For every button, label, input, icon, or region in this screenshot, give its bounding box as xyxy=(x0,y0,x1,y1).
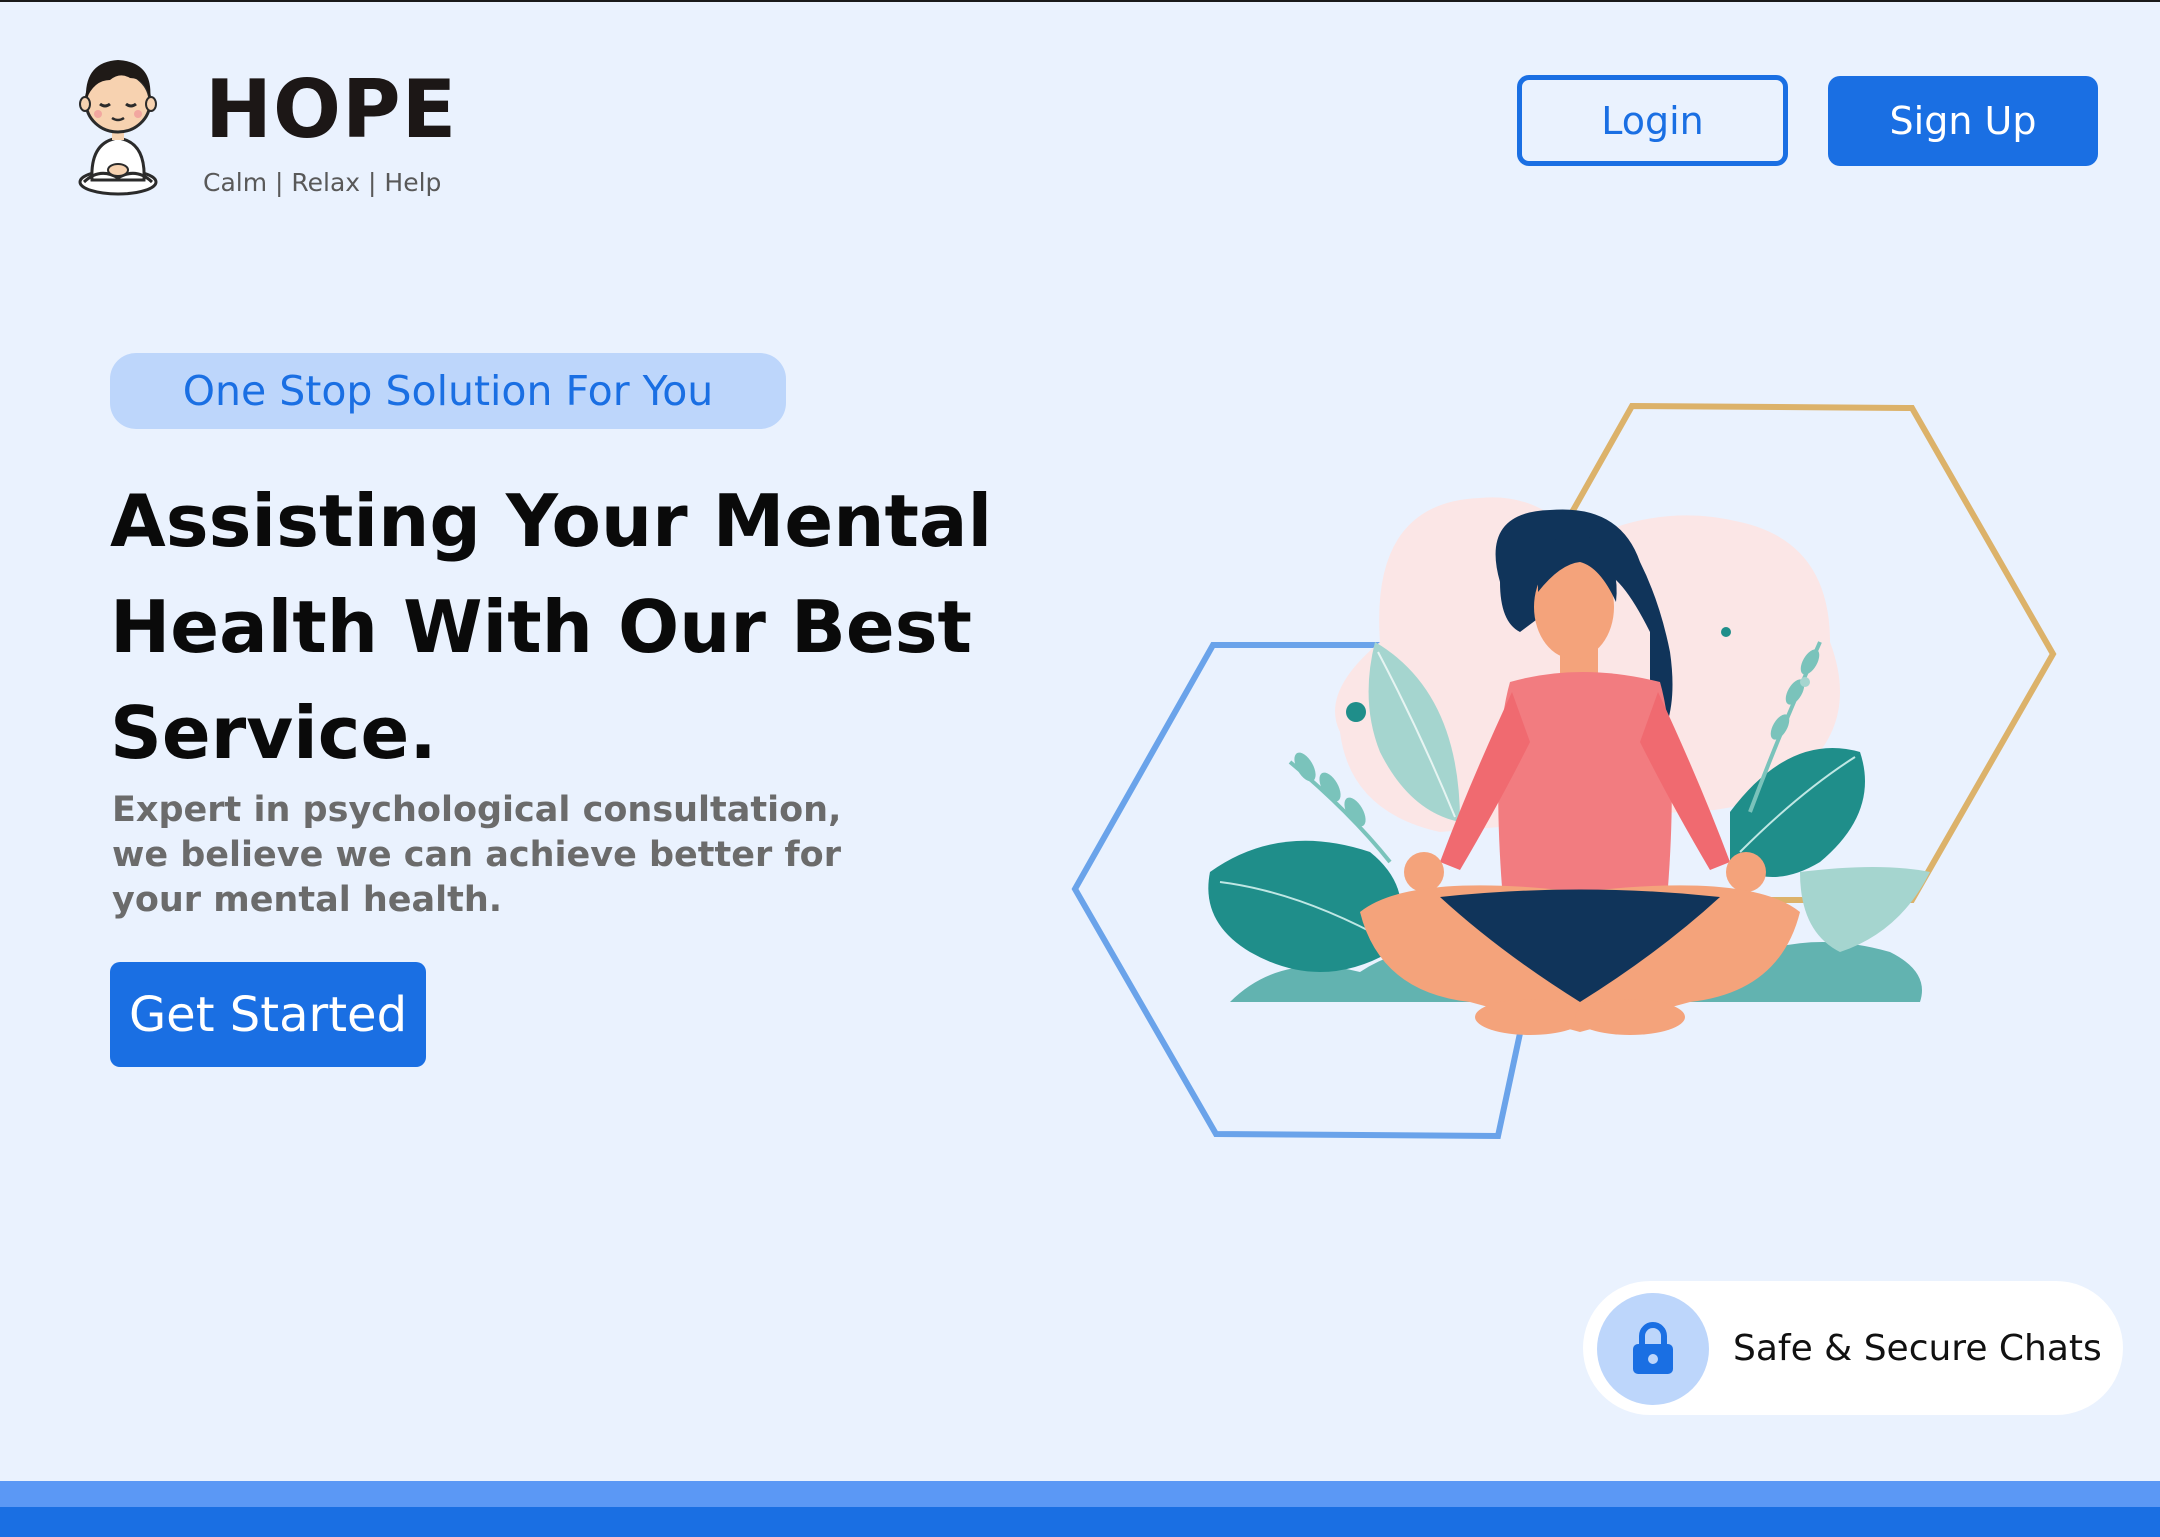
right-leaf-light xyxy=(1800,867,1930,952)
woman-torso xyxy=(1498,672,1672,912)
hero-description: Expert in psychological consultation, we… xyxy=(112,790,842,920)
meditation-illustration xyxy=(1060,392,2070,1152)
hero-headline: Assisting Your Mental Health With Our Be… xyxy=(110,468,993,786)
safe-secure-chats-pill: Safe & Secure Chats xyxy=(1583,1281,2123,1415)
lock-icon xyxy=(1633,1322,1673,1374)
signup-button[interactable]: Sign Up xyxy=(1828,76,2098,166)
login-button[interactable]: Login xyxy=(1517,75,1788,166)
logo-mascot xyxy=(70,42,170,202)
headline-line-2: Health With Our Best xyxy=(110,585,972,669)
headline-line-1: Assisting Your Mental xyxy=(110,479,993,563)
footer-band xyxy=(0,1507,2160,1537)
hero-badge: One Stop Solution For You xyxy=(110,353,786,429)
lock-icon-badge xyxy=(1597,1293,1709,1405)
brand-name: HOPE xyxy=(205,63,458,156)
brand-tagline: Calm | Relax | Help xyxy=(203,168,442,197)
safe-secure-chats-label: Safe & Secure Chats xyxy=(1733,1327,2102,1369)
get-started-button[interactable]: Get Started xyxy=(110,962,426,1067)
footer-band-light xyxy=(0,1481,2160,1507)
headline-line-3: Service. xyxy=(110,691,437,775)
